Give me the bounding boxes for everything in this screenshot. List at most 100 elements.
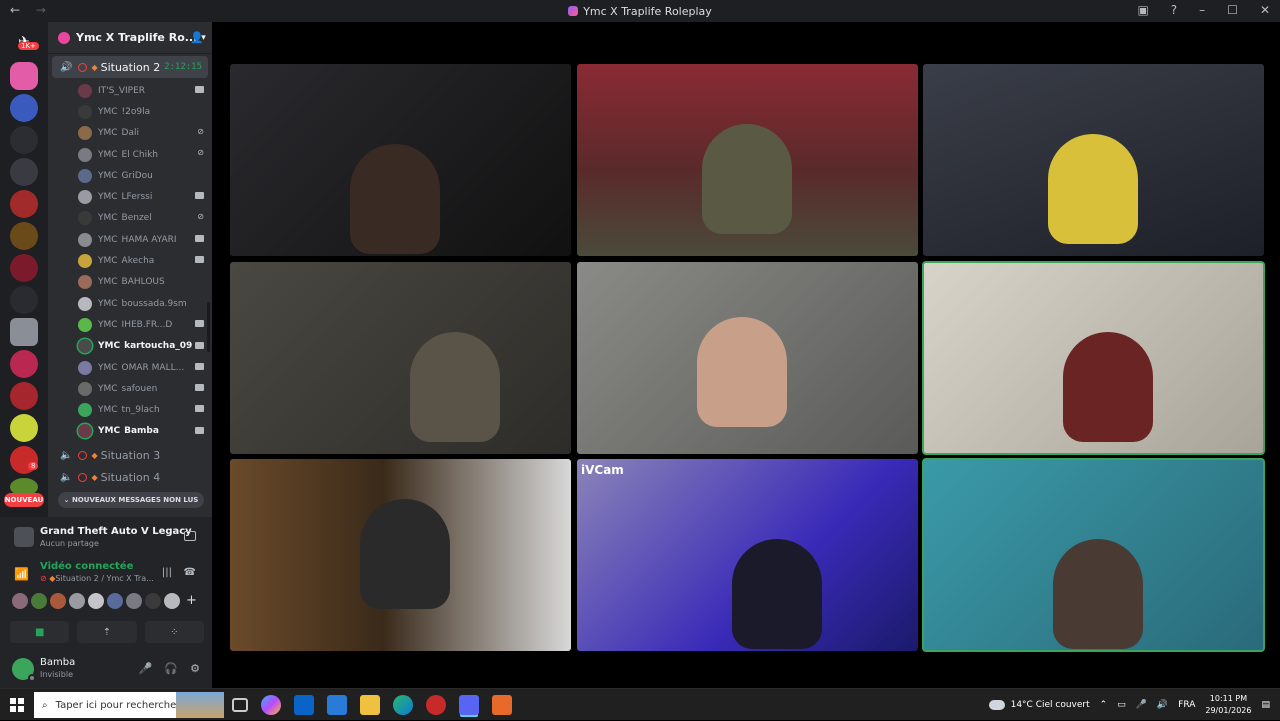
connection-status[interactable]: Vidéo connectée: [40, 561, 133, 572]
diamond-icon: ◆: [91, 472, 98, 482]
avatar[interactable]: [50, 593, 66, 609]
chevron-up-icon[interactable]: ⌃: [1100, 700, 1108, 710]
server-icon[interactable]: [10, 414, 38, 442]
headphones-icon[interactable]: 🎧: [164, 662, 178, 675]
network-icon[interactable]: ▭: [1117, 700, 1126, 710]
taskbar-search[interactable]: ⌕ Taper ici pour rechercher: [34, 692, 224, 718]
server-icon[interactable]: [10, 94, 38, 122]
voice-member[interactable]: YMC Dali ⊘: [48, 123, 212, 144]
username[interactable]: Bamba: [40, 657, 75, 668]
discord-icon[interactable]: [459, 695, 479, 715]
voice-channel-situation-2[interactable]: 🔊 ◆ Situation 2 2:12:15: [52, 56, 208, 78]
server-icon[interactable]: [10, 190, 38, 218]
member-tag: YMC: [98, 319, 118, 330]
copilot-icon[interactable]: [261, 695, 281, 715]
server-icon[interactable]: [10, 318, 38, 346]
voice-member[interactable]: YMC !2o9la: [48, 101, 212, 122]
server-icon[interactable]: [10, 254, 38, 282]
add-user-icon[interactable]: 👤: [190, 31, 204, 44]
app-icon[interactable]: [492, 695, 512, 715]
voice-member[interactable]: YMC Akecha: [48, 250, 212, 271]
avatar[interactable]: [31, 593, 47, 609]
voice-member[interactable]: IT'S_VIPER: [48, 80, 212, 101]
screen-share-button[interactable]: ⇡: [77, 621, 137, 643]
voice-channel-situation-3[interactable]: 🔈 ◆ Situation 3: [48, 444, 212, 466]
store-icon[interactable]: [327, 695, 347, 715]
voice-member[interactable]: YMC Benzel ⊘: [48, 208, 212, 229]
server-icon[interactable]: [10, 350, 38, 378]
file-explorer-icon[interactable]: [360, 695, 380, 715]
disconnect-icon[interactable]: ☎: [184, 567, 196, 578]
avatar[interactable]: [12, 658, 36, 682]
avatar[interactable]: [107, 593, 123, 609]
voice-member[interactable]: YMC kartoucha_09: [48, 336, 212, 357]
microphone-icon[interactable]: 🎤: [1136, 700, 1147, 710]
video-tile-speaking[interactable]: [922, 458, 1265, 652]
language-indicator[interactable]: FRA: [1178, 700, 1195, 710]
video-tile[interactable]: [230, 459, 571, 651]
avatar[interactable]: [69, 593, 85, 609]
video-tile-speaking[interactable]: [922, 261, 1265, 455]
gta-launcher-icon[interactable]: [426, 695, 446, 715]
member-tag: YMC: [98, 192, 118, 203]
voice-member[interactable]: YMC LFerssi: [48, 186, 212, 207]
voice-channel-situation-4[interactable]: 🔈 ◆ Situation 4: [48, 466, 212, 488]
microphone-icon[interactable]: 🎤: [139, 662, 153, 675]
server-icon[interactable]: [10, 126, 38, 154]
settings-gear-icon[interactable]: ⚙: [190, 662, 200, 675]
voice-member[interactable]: YMC OMAR MALL...: [48, 357, 212, 378]
notifications-icon[interactable]: ▤: [1261, 700, 1270, 710]
weather-widget[interactable]: 14°C Ciel couvert: [988, 700, 1090, 710]
voice-member[interactable]: YMC El Chikh ⊘: [48, 144, 212, 165]
voice-member[interactable]: YMC safouen: [48, 378, 212, 399]
avatar[interactable]: [164, 593, 180, 609]
minimize-button[interactable]: –: [1199, 3, 1205, 17]
server-icon[interactable]: [10, 286, 38, 314]
channel-scrollbar[interactable]: [207, 302, 210, 352]
help-icon[interactable]: ?: [1171, 3, 1177, 17]
video-tile[interactable]: iVCam: [577, 459, 918, 651]
member-name: El Chikh: [121, 149, 158, 160]
video-tile[interactable]: [923, 64, 1264, 256]
activities-button[interactable]: ⁘: [144, 621, 204, 643]
camera-button[interactable]: ■: [10, 621, 70, 643]
video-tile[interactable]: [230, 262, 571, 454]
video-tile[interactable]: [577, 64, 918, 256]
guild-header[interactable]: Ymc X Traplife Ro... ▾ 👤: [48, 22, 212, 54]
avatar[interactable]: [145, 593, 161, 609]
maximize-button[interactable]: ☐: [1227, 3, 1238, 17]
server-icon[interactable]: [10, 222, 38, 250]
signal-icon[interactable]: 📶: [14, 567, 29, 581]
connection-channel[interactable]: ⊘ ◆Situation 2 / Ymc X Tra...: [40, 574, 154, 583]
video-tile[interactable]: [577, 262, 918, 454]
add-participant-icon[interactable]: +: [186, 593, 197, 609]
windows-start-icon[interactable]: [10, 698, 24, 712]
voice-member[interactable]: YMC Bamba: [48, 421, 212, 442]
noise-suppression-icon[interactable]: |||: [162, 567, 172, 578]
voice-member[interactable]: YMC boussada.9sm: [48, 293, 212, 314]
member-name: Dali: [121, 128, 139, 139]
clock[interactable]: 10:11 PM 29/01/2026: [1205, 693, 1251, 717]
video-tile[interactable]: [230, 64, 571, 256]
avatar: [78, 296, 92, 311]
new-messages-badge[interactable]: NOUVEAU: [4, 493, 44, 507]
inbox-icon[interactable]: ▣: [1137, 3, 1148, 17]
voice-member[interactable]: YMC BAHLOUS: [48, 272, 212, 293]
avatar[interactable]: [88, 593, 104, 609]
unread-messages-pill[interactable]: ⌄ NOUVEAUX MESSAGES NON LUS: [58, 492, 204, 508]
voice-member[interactable]: YMC IHEB.FR...D: [48, 314, 212, 335]
share-screen-icon[interactable]: [184, 531, 196, 541]
edge-icon[interactable]: [393, 695, 413, 715]
voice-member[interactable]: YMC GriDou: [48, 165, 212, 186]
avatar[interactable]: [12, 593, 28, 609]
close-button[interactable]: ✕: [1260, 3, 1270, 17]
server-icon[interactable]: [10, 158, 38, 186]
task-view-icon[interactable]: [232, 698, 248, 712]
avatar[interactable]: [126, 593, 142, 609]
volume-icon[interactable]: 🔊: [1157, 700, 1168, 710]
server-icon[interactable]: [10, 382, 38, 410]
voice-member[interactable]: YMC tn_9lach: [48, 399, 212, 420]
voice-member[interactable]: YMC HAMA AYARI: [48, 229, 212, 250]
outlook-icon[interactable]: [294, 695, 314, 715]
server-icon[interactable]: [10, 62, 38, 90]
